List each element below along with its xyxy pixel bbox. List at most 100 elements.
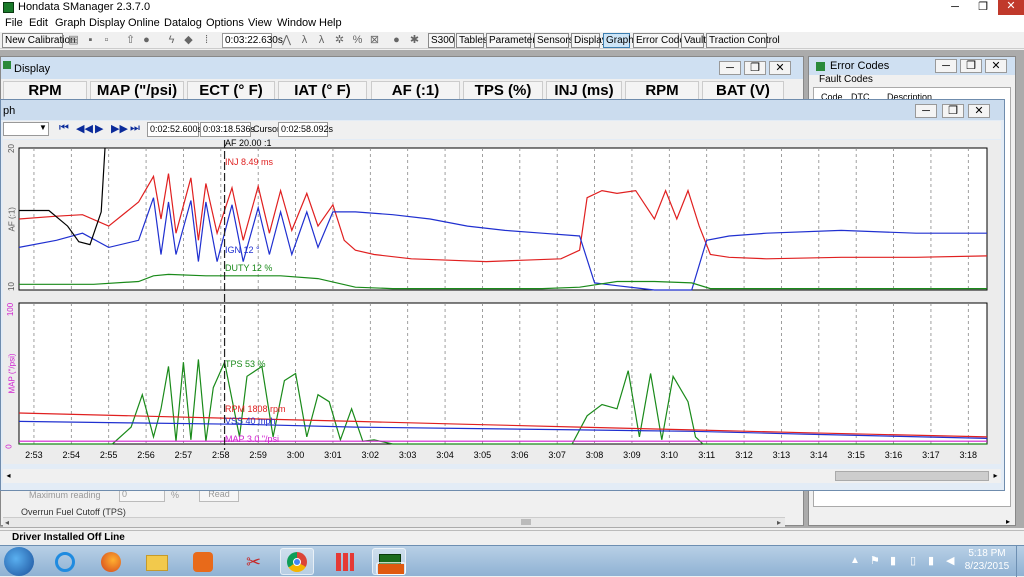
fan-icon[interactable]: ✲ <box>333 34 346 47</box>
display-window-titlebar[interactable] <box>1 57 803 79</box>
volume-icon[interactable]: ◀ <box>946 554 954 567</box>
s300-app-icon[interactable] <box>376 562 406 575</box>
tray-expand-icon[interactable]: ▲ <box>850 555 860 566</box>
error-maximize-button[interactable]: ❐ <box>960 59 982 73</box>
status-bar: Driver Installed Off Line <box>0 530 1024 544</box>
graph-minimize-button[interactable]: ─ <box>915 104 937 118</box>
bluetooth-symbol-icon[interactable]: ✱ <box>408 34 421 47</box>
bluetooth-icon[interactable]: ● <box>390 34 403 47</box>
save-as-icon[interactable]: ▫ <box>100 34 113 47</box>
fault-codes-tab[interactable]: Fault Codes <box>819 74 873 85</box>
network-icon[interactable]: ▮ <box>890 554 896 567</box>
graph-scroll-right-icon[interactable]: ▸ <box>990 469 1001 483</box>
graph-toggle-icon[interactable]: ⊠ <box>368 34 381 47</box>
error-close-button[interactable]: ✕ <box>985 59 1007 73</box>
waveform-icon[interactable]: ⋀ <box>280 34 293 47</box>
skip-end-icon[interactable]: ⏭ <box>130 122 140 135</box>
cursor-tps-label: TPS 53 % <box>225 359 266 369</box>
action-center-icon[interactable]: ⚑ <box>870 554 880 567</box>
graph-hscroll[interactable]: ◂ ▸ <box>3 469 1001 483</box>
error-window-title: Error Codes <box>830 60 890 72</box>
menu-online[interactable]: Online <box>128 17 160 29</box>
x-tick-label: 3:02 <box>362 450 380 460</box>
error-minimize-button[interactable]: ─ <box>935 59 957 73</box>
error-codes-button[interactable]: Error Codes <box>633 33 690 48</box>
menu-graph[interactable]: Graph <box>55 17 86 29</box>
parameters-button[interactable]: Parameters <box>486 33 541 48</box>
graph-button[interactable]: Graph <box>603 33 634 48</box>
firefox-icon[interactable] <box>94 548 128 575</box>
app-grid-icon[interactable] <box>328 548 362 575</box>
snipping-tool-icon[interactable]: ✂ <box>236 548 270 575</box>
minimize-button[interactable]: ─ <box>942 1 968 15</box>
error-scroll-right-icon[interactable]: ▸ <box>1006 517 1015 527</box>
scroll-right-icon[interactable]: ▸ <box>777 518 781 527</box>
display-button[interactable]: Display <box>571 33 607 48</box>
signal-icon[interactable]: ⁞ <box>200 34 213 47</box>
save-icon[interactable]: ▪ <box>84 34 97 47</box>
skip-start-icon[interactable]: ⏮ <box>59 122 69 135</box>
tables-button[interactable]: Tables <box>456 33 488 48</box>
menu-window[interactable]: Window <box>277 17 316 29</box>
play-icon[interactable]: ▶ <box>95 122 103 135</box>
error-window-icon <box>816 62 825 71</box>
close-button[interactable]: ✕ <box>998 0 1024 15</box>
graph-toolbar: ▼ ⏮ ◀◀ ▶ ▶▶ ⏭ 0:02:52.600s 0:03:18.536s … <box>3 121 1001 139</box>
open-icon[interactable]: ▤ <box>67 34 80 47</box>
status-connection: Off Line <box>87 532 125 543</box>
graph-scroll-left-icon[interactable]: ◂ <box>3 469 14 483</box>
fast-forward-icon[interactable]: ▶▶ <box>111 122 128 135</box>
internet-explorer-icon[interactable] <box>48 548 82 575</box>
display-scroll-thumb[interactable] <box>521 519 531 525</box>
graph-plot-area[interactable]: 2:53 2:54 2:55 2:56 2:57 2:58 2:59 3:00 3:01 3:02… <box>3 138 1001 464</box>
gauge-rpm: RPM <box>3 81 87 101</box>
usb-icon[interactable]: ▯ <box>910 554 916 567</box>
menu-help[interactable]: Help <box>319 17 342 29</box>
new-calibration-button[interactable]: New Calibration <box>2 33 76 48</box>
lambda-b-icon[interactable]: λ <box>315 34 328 47</box>
traction-control-button[interactable]: Traction Control <box>706 33 780 48</box>
scroll-left-icon[interactable]: ◂ <box>5 518 9 527</box>
flash-icon[interactable]: ϟ <box>165 34 178 47</box>
vault-button[interactable]: Vault <box>681 33 706 48</box>
time-end-field: 0:03:18.536s <box>200 122 255 137</box>
sensors-button[interactable]: Sensors <box>534 33 574 48</box>
start-orb-icon[interactable] <box>4 547 34 576</box>
menu-view[interactable]: View <box>248 17 272 29</box>
show-desktop-button[interactable] <box>1016 546 1024 577</box>
rewind-icon[interactable]: ◀◀ <box>76 122 93 135</box>
upload-icon[interactable]: ⇧ <box>124 34 137 47</box>
lambda-icon[interactable]: λ <box>298 34 311 47</box>
display-close-button[interactable]: ✕ <box>769 61 791 75</box>
percent-icon[interactable]: % <box>351 34 364 47</box>
graph-maximize-button[interactable]: ❐ <box>942 104 964 118</box>
s300-button[interactable]: S300 <box>428 33 455 48</box>
graph-scroll-thumb[interactable] <box>835 471 989 481</box>
diamond-icon[interactable]: ◆ <box>182 34 195 47</box>
media-player-icon[interactable] <box>186 548 220 575</box>
chevron-down-icon[interactable]: ▼ <box>39 123 47 132</box>
info-icon[interactable]: ● <box>140 34 153 47</box>
graph-close-button[interactable]: ✕ <box>968 104 990 118</box>
menu-edit[interactable]: Edit <box>29 17 48 29</box>
top-ymax-label: 20 <box>6 144 16 153</box>
menu-options[interactable]: Options <box>206 17 244 29</box>
gauge-ect: ECT (° F) <box>187 81 275 101</box>
display-minimize-button[interactable]: ─ <box>719 61 741 75</box>
display-maximize-button[interactable]: ❐ <box>744 61 766 75</box>
battery-icon[interactable]: ▮ <box>928 554 934 567</box>
display-hscroll[interactable] <box>3 517 785 527</box>
max-reading-unit: % <box>171 490 180 500</box>
menu-datalog[interactable]: Datalog <box>164 17 202 29</box>
menu-display[interactable]: Display <box>89 17 125 29</box>
maximize-button[interactable]: ❐ <box>970 1 996 15</box>
chrome-icon[interactable] <box>280 548 314 575</box>
x-tick-label: 3:14 <box>810 450 828 460</box>
menu-file[interactable]: File <box>5 17 23 29</box>
file-explorer-icon[interactable] <box>140 548 174 575</box>
clock-date[interactable]: 8/23/2015 <box>962 561 1012 572</box>
clock-time[interactable]: 5:18 PM <box>962 548 1012 559</box>
datalog-chart[interactable]: 2:53 2:54 2:55 2:56 2:57 2:58 2:59 3:00 3:01 3:02… <box>3 140 1001 464</box>
graph-window-titlebar[interactable] <box>1 100 1004 120</box>
display-window-icon <box>3 61 11 69</box>
